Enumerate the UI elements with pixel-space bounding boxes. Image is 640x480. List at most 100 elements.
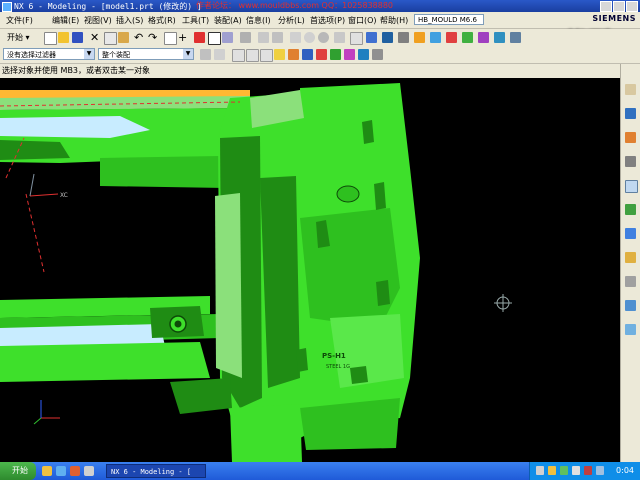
window-controls: [600, 1, 638, 12]
menu-information[interactable]: 信息(I): [246, 15, 271, 26]
zoom-icon[interactable]: [240, 32, 251, 43]
process-studio-icon[interactable]: [625, 252, 636, 263]
guide-pin-right: [374, 182, 386, 210]
cut-icon[interactable]: ✕: [90, 32, 101, 43]
wcs-yc-axis: [29, 173, 35, 197]
assembly-navigator-icon[interactable]: [625, 84, 636, 95]
layer-icon[interactable]: [366, 32, 377, 43]
title-bar: NX 6 - Modeling - [model1.prt (修改的) ] 作者…: [0, 0, 640, 12]
quadrant-snap-icon[interactable]: [302, 49, 313, 60]
datum-icon[interactable]: [350, 32, 363, 45]
part-navigator-icon[interactable]: [625, 132, 636, 143]
arc-icon[interactable]: [304, 32, 315, 43]
graphics-viewport[interactable]: XC PS-H1 STEEL 1G: [0, 78, 620, 462]
snap-reset-icon[interactable]: [372, 49, 383, 60]
scope-filter-dropdown[interactable]: 整个装配 ▼: [98, 48, 194, 60]
tray-alert-icon[interactable]: [584, 466, 592, 475]
intersection-snap-icon[interactable]: [274, 49, 285, 60]
history-icon[interactable]: [625, 204, 636, 215]
new-icon[interactable]: [44, 32, 57, 45]
triad-y-axis: [33, 417, 42, 425]
tray-ime-icon[interactable]: [596, 466, 604, 475]
menu-window[interactable]: 窗口(O): [348, 15, 377, 26]
paste-icon[interactable]: [118, 32, 129, 43]
point-on-curve-snap-icon[interactable]: [330, 49, 341, 60]
save-icon[interactable]: [72, 32, 83, 43]
selection-toolbar: 没有选择过滤器 ▼ 整个装配 ▼: [0, 46, 640, 64]
mold-base-icon[interactable]: [494, 32, 505, 43]
parting-icon[interactable]: [478, 32, 489, 43]
tray-volume-icon[interactable]: [572, 466, 580, 475]
reuse-library-icon[interactable]: [625, 156, 636, 167]
type-filter-dropdown[interactable]: 没有选择过滤器 ▼: [3, 48, 95, 60]
system-scenes-icon[interactable]: [625, 324, 636, 335]
web-browser-icon[interactable]: [625, 180, 638, 193]
circle-icon[interactable]: [318, 32, 329, 43]
rotate-icon[interactable]: [258, 32, 269, 43]
command-finder-icon[interactable]: [194, 32, 205, 43]
existing-point-snap-icon[interactable]: [316, 49, 327, 60]
sketch-icon[interactable]: [334, 32, 345, 43]
close-button[interactable]: [626, 1, 638, 12]
section-icon[interactable]: [430, 32, 441, 43]
tray-network-icon[interactable]: [536, 466, 544, 475]
menu-insert[interactable]: 插入(S): [116, 15, 143, 26]
maximize-button[interactable]: [613, 1, 625, 12]
midpoint-snap-icon[interactable]: [246, 49, 259, 62]
line-icon[interactable]: [290, 32, 301, 43]
standard-parts-icon[interactable]: [510, 32, 521, 43]
start-menu-button[interactable]: 开始 ▾: [3, 31, 34, 44]
snap-icon[interactable]: [208, 32, 221, 45]
roles-icon[interactable]: [625, 300, 636, 311]
point-on-face-snap-icon[interactable]: [344, 49, 355, 60]
select-icon[interactable]: [164, 32, 177, 45]
quicklaunch-ie-icon[interactable]: [56, 466, 66, 476]
tray-security-icon[interactable]: [548, 466, 556, 475]
tray-app-icon[interactable]: [560, 466, 568, 475]
menu-tools[interactable]: 工具(T): [182, 15, 209, 26]
redo-icon[interactable]: ↷: [148, 32, 159, 43]
mold-wizard-icon[interactable]: [462, 32, 473, 43]
constraint-navigator-icon[interactable]: [625, 108, 636, 119]
select-all-icon[interactable]: [214, 49, 225, 60]
taskbar-nx-button[interactable]: NX 6 - Modeling - [: [106, 464, 206, 478]
wireframe-icon[interactable]: [398, 32, 409, 43]
endpoint-snap-icon[interactable]: [232, 49, 245, 62]
undo-icon[interactable]: ↶: [134, 32, 145, 43]
lower-plate-front: [0, 342, 210, 382]
system-tray: 0:04: [529, 462, 640, 480]
fit-icon[interactable]: [222, 32, 233, 43]
quicklaunch-folder-icon[interactable]: [42, 466, 52, 476]
selection-filter-icon[interactable]: [200, 49, 211, 60]
menu-assemblies[interactable]: 装配(A): [214, 15, 242, 26]
menu-file[interactable]: 文件(F): [6, 15, 33, 26]
menu-format[interactable]: 格式(R): [148, 15, 176, 26]
menu-analysis[interactable]: 分析(L): [278, 15, 305, 26]
shading-icon[interactable]: [382, 32, 393, 43]
copy-icon[interactable]: [104, 32, 117, 45]
guide-pin-lower: [376, 280, 390, 306]
minimize-button[interactable]: [600, 1, 612, 12]
pan-icon[interactable]: [272, 32, 283, 43]
manufacturing-wizards-icon[interactable]: [625, 276, 636, 287]
system-materials-icon[interactable]: [625, 228, 636, 239]
sprue-hole: [336, 185, 360, 203]
part-engraving: PS-H1: [322, 352, 346, 360]
menu-preferences[interactable]: 首选项(P): [310, 15, 345, 26]
measure-icon[interactable]: [414, 32, 425, 43]
start-label: 开始: [7, 33, 23, 42]
crosshair-cursor-icon: [494, 294, 512, 312]
control-point-snap-icon[interactable]: [260, 49, 273, 62]
bounded-grid-icon[interactable]: [358, 49, 369, 60]
color-icon[interactable]: [446, 32, 457, 43]
point-icon[interactable]: +: [178, 32, 189, 43]
menu-help[interactable]: 帮助(H): [380, 15, 408, 26]
ejector-pin: [350, 366, 368, 384]
menu-edit[interactable]: 编辑(E): [52, 15, 79, 26]
quicklaunch-desktop-icon[interactable]: [84, 466, 94, 476]
open-icon[interactable]: [58, 32, 69, 43]
arc-center-snap-icon[interactable]: [288, 49, 299, 60]
menu-view[interactable]: 视图(V): [84, 15, 112, 26]
quicklaunch-media-icon[interactable]: [70, 466, 80, 476]
windows-start-button[interactable]: 开始: [0, 462, 36, 480]
